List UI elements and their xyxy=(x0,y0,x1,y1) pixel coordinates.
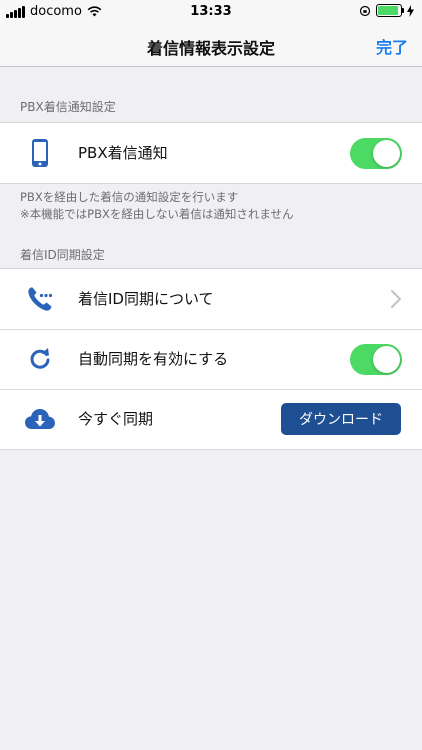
caller-id-settings-group: 着信ID同期について 自動同期を有効にする 今すぐ同期 ダウンロード xyxy=(0,268,422,450)
about-sync-row[interactable]: 着信ID同期について xyxy=(0,269,422,329)
battery-icon xyxy=(376,4,404,17)
download-button[interactable]: ダウンロード xyxy=(281,403,401,435)
sync-now-row: 今すぐ同期 ダウンロード xyxy=(0,389,422,449)
about-sync-label: 着信ID同期について xyxy=(78,290,214,308)
charging-icon xyxy=(407,4,414,17)
status-bar: docomo 13:33 xyxy=(0,0,422,24)
navigation-bar: 着信情報表示設定 完了 xyxy=(0,24,422,67)
section-header-caller-id: 着信ID同期設定 xyxy=(20,248,105,262)
smartphone-icon xyxy=(24,137,56,169)
toggle-knob xyxy=(373,346,400,373)
auto-sync-row: 自動同期を有効にする xyxy=(0,329,422,389)
auto-sync-toggle[interactable] xyxy=(350,344,402,375)
pbx-note: PBXを経由した着信の通知設定を行います ※本機能ではPBXを経由しない着信は通… xyxy=(20,189,294,223)
pbx-notification-label: PBX着信通知 xyxy=(78,144,168,162)
auto-sync-label: 自動同期を有効にする xyxy=(78,350,229,368)
pbx-notification-row: PBX着信通知 xyxy=(0,123,422,183)
phone-dots-icon xyxy=(24,283,56,315)
chevron-right-icon xyxy=(390,289,402,309)
orientation-lock-icon xyxy=(359,5,371,16)
pbx-settings-group: PBX着信通知 xyxy=(0,122,422,184)
done-button[interactable]: 完了 xyxy=(376,34,408,58)
refresh-icon xyxy=(24,343,56,375)
cloud-download-icon xyxy=(24,403,56,435)
section-header-pbx: PBX着信通知設定 xyxy=(20,100,116,114)
page-title: 着信情報表示設定 xyxy=(146,39,275,58)
toggle-knob xyxy=(373,140,400,167)
pbx-note-line1: PBXを経由した着信の通知設定を行います xyxy=(20,190,239,204)
pbx-notification-toggle[interactable] xyxy=(350,138,402,169)
status-right xyxy=(359,4,414,17)
pbx-note-line2: ※本機能ではPBXを経由しない着信は通知されません xyxy=(20,207,294,221)
sync-now-label: 今すぐ同期 xyxy=(78,410,154,428)
